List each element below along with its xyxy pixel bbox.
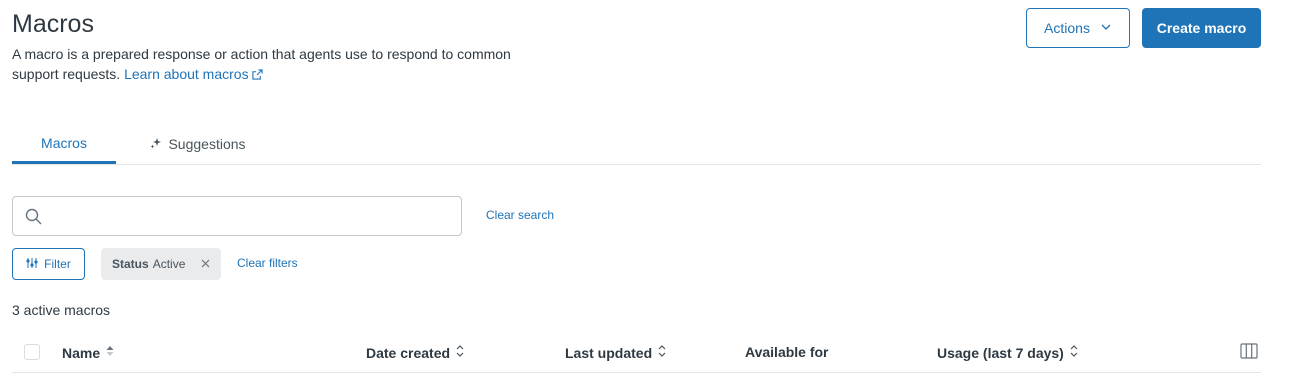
search-icon xyxy=(25,208,42,230)
columns-icon[interactable] xyxy=(1240,343,1258,364)
status-filter-chip: Status Active xyxy=(101,248,221,280)
column-label: Available for xyxy=(745,344,829,360)
chip-key: Status xyxy=(112,257,149,271)
create-macro-button[interactable]: Create macro xyxy=(1142,8,1261,48)
column-label: Usage (last 7 days) xyxy=(937,344,1064,361)
external-link-icon xyxy=(251,65,263,85)
search-input[interactable] xyxy=(53,205,457,229)
filter-button-label: Filter xyxy=(44,257,71,271)
filter-sliders-icon xyxy=(26,257,38,272)
actions-button[interactable]: Actions xyxy=(1026,8,1130,48)
chevron-down-icon xyxy=(1100,20,1112,36)
column-header-usage[interactable]: Usage (last 7 days) xyxy=(937,344,1079,361)
column-header-available-for: Available for xyxy=(745,344,829,360)
clear-search-link[interactable]: Clear search xyxy=(486,208,554,222)
tab-macros[interactable]: Macros xyxy=(12,124,116,164)
remove-chip-icon[interactable] xyxy=(201,257,210,271)
actions-button-label: Actions xyxy=(1044,20,1090,36)
sort-icon xyxy=(657,344,667,361)
sparkle-icon xyxy=(150,136,162,152)
sort-icon xyxy=(455,344,465,361)
learn-link-label: Learn about macros xyxy=(124,66,249,82)
macro-count: 3 active macros xyxy=(12,302,111,318)
table-header: Name Date created Last updated Available… xyxy=(12,332,1261,373)
column-header-name[interactable]: Name xyxy=(62,344,115,361)
tab-macros-label: Macros xyxy=(41,134,87,151)
column-header-last-updated[interactable]: Last updated xyxy=(565,344,667,361)
sort-ascending-icon xyxy=(105,344,115,361)
sort-icon xyxy=(1069,344,1079,361)
search-box[interactable] xyxy=(12,196,462,236)
tab-bar: Macros Suggestions xyxy=(12,124,1261,165)
learn-about-macros-link[interactable]: Learn about macros xyxy=(124,66,263,82)
clear-filters-link[interactable]: Clear filters xyxy=(237,256,298,270)
page-title: Macros xyxy=(12,10,94,38)
column-header-date-created[interactable]: Date created xyxy=(366,344,465,361)
column-label: Name xyxy=(62,344,101,361)
tab-suggestions-label: Suggestions xyxy=(168,135,246,152)
chip-value: Active xyxy=(152,257,186,271)
select-all-checkbox[interactable] xyxy=(24,344,40,360)
column-label: Last updated xyxy=(565,344,653,361)
tab-suggestions[interactable]: Suggestions xyxy=(138,124,258,163)
column-label: Date created xyxy=(366,344,451,361)
filter-button[interactable]: Filter xyxy=(12,248,85,280)
page-description: A macro is a prepared response or action… xyxy=(12,44,552,85)
